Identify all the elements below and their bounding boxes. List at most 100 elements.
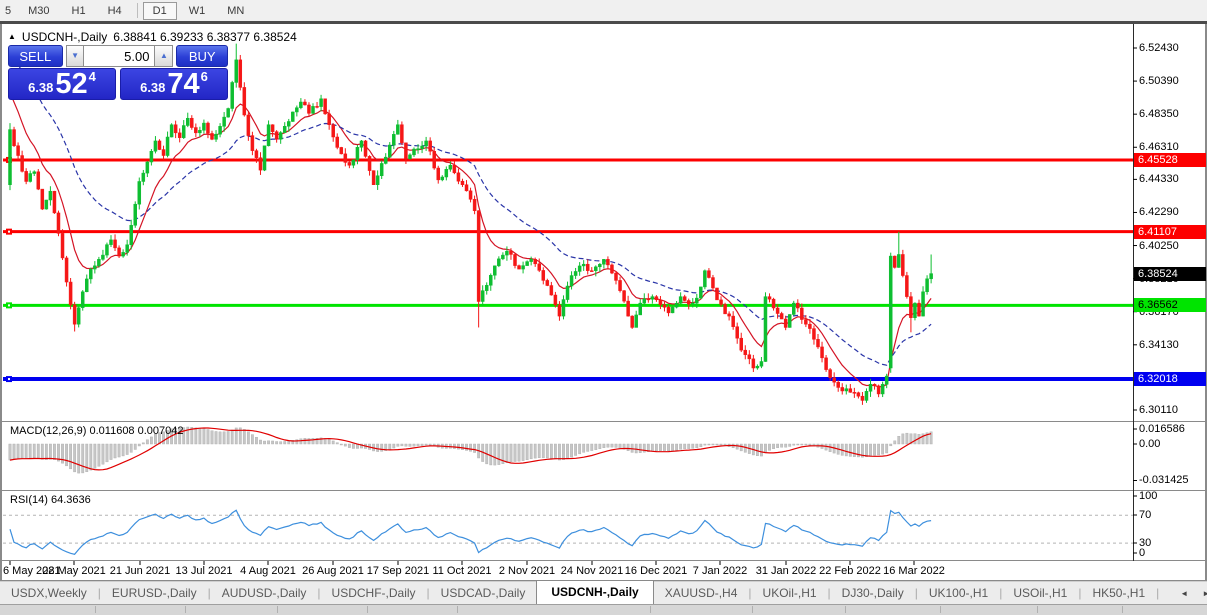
rsi-tick-0: 0 — [1139, 547, 1146, 559]
price-tick-6.46310: 6.46310 — [1139, 141, 1179, 154]
toolbar-separator — [136, 3, 138, 18]
price-tick-6.50390: 6.50390 — [1139, 75, 1179, 88]
timeframe-button-w1[interactable]: W1 — [179, 2, 216, 20]
date-tick-16-mar-2022: 16 Mar 2022 — [883, 565, 945, 577]
volume-input[interactable] — [84, 45, 155, 67]
tab-separator: | — [1156, 586, 1160, 600]
moving-average-lines — [9, 51, 932, 388]
macd-main-value: 0.011608 — [89, 425, 135, 437]
timeframe-button-d1[interactable]: D1 — [142, 1, 177, 20]
tab-xauusd-h4[interactable]: XAUUSD-,H4 — [654, 583, 749, 604]
price-tick-6.40250: 6.40250 — [1139, 239, 1179, 252]
tab-usdcnh-daily[interactable]: USDCNH-,Daily — [536, 580, 654, 604]
sell-price-box[interactable]: 6.38 52 4 — [8, 68, 116, 100]
timeframe-button-5[interactable]: 5 — [0, 2, 16, 20]
rsi-value: 64.3636 — [50, 494, 91, 506]
tab-usdcad-daily[interactable]: USDCAD-,Daily — [430, 583, 537, 604]
macd-signal-value: 0.007042 — [137, 425, 184, 437]
price-tick-6.34130: 6.34130 — [1139, 338, 1179, 351]
date-tick-11-oct-2021: 11 Oct 2021 — [432, 565, 492, 577]
timeframe-button-m30[interactable]: M30 — [18, 2, 59, 20]
price-tick-6.44330: 6.44330 — [1139, 173, 1179, 186]
chart-title: ▲ USDCNH-,Daily 6.38841 6.39233 6.38377 … — [8, 30, 297, 44]
statusbar-mark — [185, 606, 186, 613]
volume-increase-button[interactable]: ▲ — [154, 45, 174, 67]
macd-tick--0.031425: -0.031425 — [1139, 474, 1189, 487]
rsi-indicator-label: RSI(14) 64.3636 — [10, 494, 91, 506]
sell-price-prefix: 6.38 — [28, 80, 54, 95]
statusbar-mark — [1037, 606, 1038, 613]
level-label-6.36562: 6.36562 — [1134, 298, 1206, 313]
timeframe-button-mn[interactable]: MN — [217, 2, 254, 20]
buy-price-box[interactable]: 6.38 74 6 — [120, 68, 228, 100]
tab-dj30-daily[interactable]: DJ30-,Daily — [831, 583, 915, 604]
one-click-trading-panel: SELL ▼ ▲ BUY 6.38 52 4 6.38 74 6 — [8, 45, 228, 100]
sell-price-big: 52 — [55, 68, 88, 100]
chart-tab-bar: USDX,Weekly | EURUSD-,Daily | AUDUSD-,Daily |… — [0, 580, 1207, 604]
date-tick-21-jun-2021: 21 Jun 2021 — [109, 565, 171, 577]
sell-price-sup: 4 — [88, 69, 96, 84]
price-tick-6.52430: 6.52430 — [1139, 42, 1179, 54]
macd-tick-0.016586: 0.016586 — [1139, 423, 1185, 435]
statusbar-mark — [650, 606, 651, 613]
statusbar-mark — [1122, 606, 1123, 613]
date-tick-17-sep-2021: 17 Sep 2021 — [366, 565, 430, 577]
date-tick-31-jan-2022: 31 Jan 2022 — [755, 565, 817, 577]
statusbar-mark — [367, 606, 368, 613]
buy-price-sup: 6 — [200, 69, 208, 84]
timeframe-button-h1[interactable]: H1 — [62, 2, 96, 20]
timeframe-toolbar: 5 M30 H1 H4 D1 W1 MN — [0, 0, 1207, 21]
price-tick-6.30110: 6.30110 — [1139, 404, 1178, 416]
level-label-6.32018: 6.32018 — [1134, 372, 1206, 387]
rsi-tick-70: 70 — [1139, 509, 1152, 521]
tab-scroll-right-icon[interactable]: ► — [1195, 589, 1207, 604]
tab-usdchf-daily[interactable]: USDCHF-,Daily — [321, 583, 427, 604]
statusbar-mark — [752, 606, 753, 613]
status-bar — [0, 604, 1207, 615]
level-label-6.45528: 6.45528 — [1134, 152, 1206, 167]
chart-symbol-period: USDCNH-,Daily — [21, 30, 108, 44]
tab-usdx-weekly[interactable]: USDX,Weekly — [0, 583, 98, 604]
statusbar-mark — [845, 606, 846, 613]
macd-tick-0.00: 0.00 — [1139, 438, 1161, 450]
date-tick-28-may-2021: 28 May 2021 — [42, 565, 106, 577]
tab-audusd-daily[interactable]: AUDUSD-,Daily — [211, 583, 318, 604]
tab-scroll-arrows: ◄ ► — [1173, 589, 1207, 604]
price-tick-6.42290: 6.42290 — [1139, 206, 1179, 219]
date-tick-4-aug-2021: 4 Aug 2021 — [240, 565, 296, 577]
date-tick-2-nov-2021: 2 Nov 2021 — [498, 565, 556, 577]
date-tick-26-aug-2021: 26 Aug 2021 — [302, 565, 364, 577]
timeframe-button-h4[interactable]: H4 — [98, 2, 132, 20]
tab-uk100-h1[interactable]: UK100-,H1 — [918, 583, 999, 604]
macd-indicator-label: MACD(12,26,9) 0.011608 0.007042 — [10, 425, 184, 437]
toolbar-divider — [0, 21, 1207, 24]
level-label-6.41107: 6.41107 — [1134, 224, 1206, 239]
one-click-collapse-icon[interactable]: ▲ — [8, 32, 16, 42]
rsi-line — [9, 509, 932, 555]
date-tick-16-dec-2021: 16 Dec 2021 — [624, 565, 688, 577]
statusbar-mark — [457, 606, 458, 613]
date-tick-24-nov-2021: 24 Nov 2021 — [560, 565, 624, 577]
date-tick-7-jan-2022: 7 Jan 2022 — [692, 565, 748, 577]
buy-price-prefix: 6.38 — [140, 80, 166, 95]
current-price-label: 6.38524 — [1134, 266, 1206, 281]
rsi-tick-100: 100 — [1139, 490, 1158, 502]
volume-decrease-button[interactable]: ▼ — [65, 45, 85, 67]
mt4-terminal: 5 M30 H1 H4 D1 W1 MN ▲ USDCNH-,Daily 6.38841 6… — [0, 0, 1207, 615]
sell-button[interactable]: SELL — [8, 45, 63, 67]
date-tick-22-feb-2022: 22 Feb 2022 — [819, 565, 881, 577]
buy-price-big: 74 — [167, 68, 200, 100]
statusbar-mark — [277, 606, 278, 613]
tab-usoil-h1[interactable]: USOil-,H1 — [1002, 583, 1078, 604]
price-tick-6.48350: 6.48350 — [1139, 108, 1179, 121]
date-tick-13-jul-2021: 13 Jul 2021 — [175, 565, 233, 577]
statusbar-mark — [95, 606, 96, 613]
buy-button[interactable]: BUY — [176, 45, 228, 67]
chart-window-frame — [0, 24, 1207, 581]
tab-ukoil-h1[interactable]: UKOil-,H1 — [752, 583, 828, 604]
tab-scroll-left-icon[interactable]: ◄ — [1173, 589, 1195, 604]
horizontal-level-lines[interactable] — [3, 156, 1133, 383]
statusbar-mark — [940, 606, 941, 613]
tab-hk50-h1[interactable]: HK50-,H1 — [1081, 583, 1156, 604]
tab-eurusd-daily[interactable]: EURUSD-,Daily — [101, 583, 208, 604]
